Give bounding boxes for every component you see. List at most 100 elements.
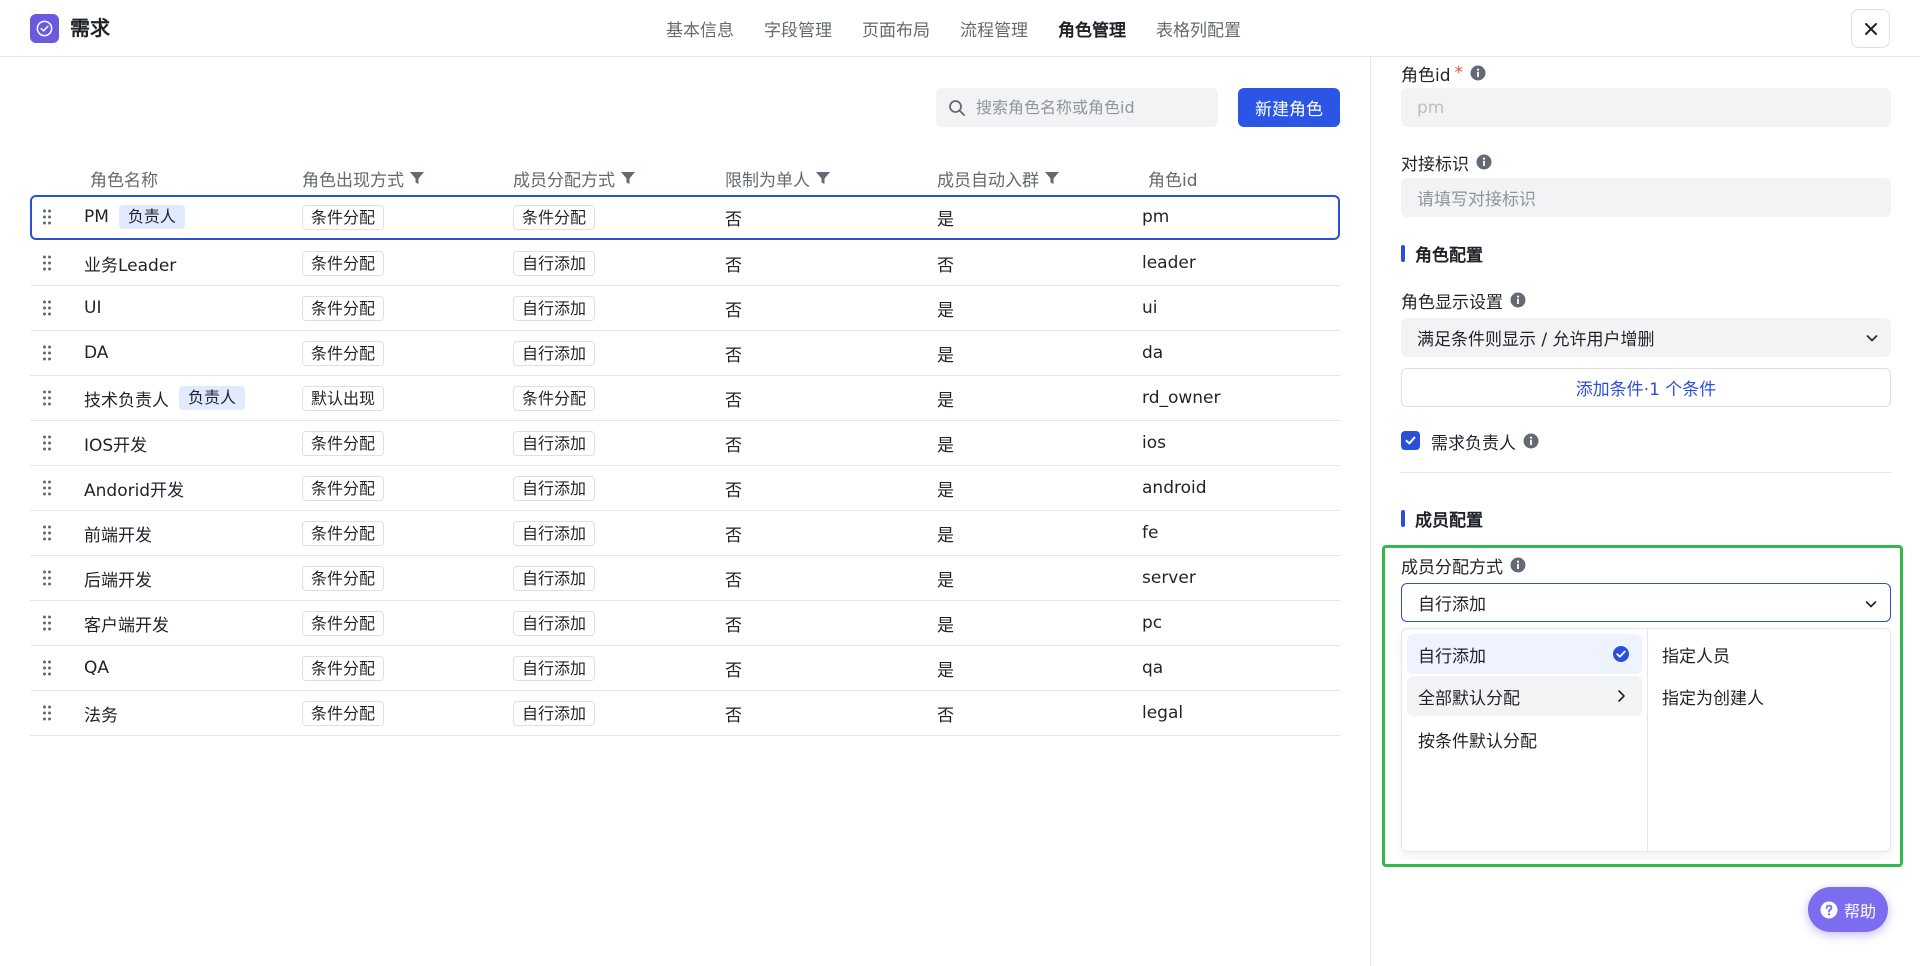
role-id-input[interactable]: pm	[1401, 88, 1891, 127]
role-id-cell: server	[1142, 568, 1196, 588]
tab-basic-info[interactable]: 基本信息	[666, 16, 734, 41]
info-icon[interactable]	[1510, 292, 1526, 308]
appear-mode-tag: 条件分配	[302, 610, 385, 636]
info-icon[interactable]	[1510, 557, 1526, 573]
suboption-assign-creator[interactable]: 指定为创建人	[1662, 676, 1764, 716]
connect-id-input[interactable]: 请填写对接标识	[1401, 178, 1891, 217]
drag-handle-icon[interactable]	[42, 434, 52, 452]
table-row[interactable]: 技术负责人 负责人 默认出现 条件分配 否 是 rd_owner	[30, 376, 1340, 421]
option-conditional-default[interactable]: 按条件默认分配	[1407, 719, 1642, 759]
role-name-cell: QA	[84, 646, 109, 690]
filter-icon[interactable]	[620, 170, 636, 186]
tab-workflow-management[interactable]: 流程管理	[960, 16, 1028, 41]
check-circle-icon	[36, 20, 53, 37]
table-row[interactable]: Andorid开发 条件分配 自行添加 否 是 android	[30, 466, 1340, 511]
role-name: 法务	[84, 705, 118, 726]
search-box[interactable]	[936, 88, 1218, 127]
role-id-cell: qa	[1142, 658, 1164, 678]
assign-mode-tag: 自行添加	[513, 295, 596, 321]
table-row[interactable]: PM 负责人 条件分配 条件分配 否 是 pm	[30, 195, 1340, 240]
role-name-cell: 法务	[84, 691, 118, 735]
info-icon[interactable]	[1476, 154, 1492, 170]
auto-join-cell: 是	[937, 345, 954, 366]
drag-handle-icon[interactable]	[42, 299, 52, 317]
filter-icon[interactable]	[409, 170, 425, 186]
drag-handle-icon[interactable]	[42, 704, 52, 722]
close-button[interactable]	[1851, 9, 1890, 48]
filter-icon[interactable]	[1044, 170, 1060, 186]
role-name-cell: IOS开发	[84, 421, 147, 465]
app-logo	[30, 14, 59, 43]
auto-join-cell: 是	[937, 615, 954, 636]
help-button[interactable]: 帮助	[1808, 887, 1888, 932]
table-row[interactable]: 前端开发 条件分配 自行添加 否 是 fe	[30, 511, 1340, 556]
assign-mode-tag: 自行添加	[513, 520, 596, 546]
table-row[interactable]: 后端开发 条件分配 自行添加 否 是 server	[30, 556, 1340, 601]
single-limit-cell: 否	[725, 209, 742, 230]
option-all-default[interactable]: 全部默认分配	[1407, 676, 1642, 716]
owner-checkbox[interactable]	[1401, 431, 1420, 450]
display-setting-select[interactable]: 满足条件则显示 / 允许用户增删	[1401, 318, 1891, 357]
table-row[interactable]: 法务 条件分配 自行添加 否 否 legal	[30, 691, 1340, 736]
appear-mode-tag: 条件分配	[302, 655, 385, 681]
table-row[interactable]: IOS开发 条件分配 自行添加 否 是 ios	[30, 421, 1340, 466]
drag-handle-icon[interactable]	[42, 344, 52, 362]
assign-mode-tag: 自行添加	[513, 475, 596, 501]
assign-mode-cell: 自行添加	[513, 286, 596, 330]
appear-mode-cell: 条件分配	[302, 331, 385, 375]
table-row[interactable]: QA 条件分配 自行添加 否 是 qa	[30, 646, 1340, 691]
owner-tag: 负责人	[179, 386, 246, 410]
table-row[interactable]: UI 条件分配 自行添加 否 是 ui	[30, 286, 1340, 331]
help-icon	[1820, 901, 1838, 918]
single-limit-cell: 否	[725, 615, 742, 636]
drag-handle-icon[interactable]	[42, 389, 52, 407]
info-icon[interactable]	[1470, 65, 1486, 81]
required-mark: *	[1454, 63, 1464, 83]
table-row[interactable]: 客户端开发 条件分配 自行添加 否 是 pc	[30, 601, 1340, 646]
tab-role-management[interactable]: 角色管理	[1058, 16, 1126, 41]
role-name: PM	[84, 207, 109, 227]
suboption-specified-members[interactable]: 指定人员	[1662, 634, 1730, 674]
add-condition-button[interactable]: 添加条件·1 个条件	[1401, 368, 1891, 407]
appear-mode-cell: 条件分配	[302, 556, 385, 600]
auto-join-cell: 否	[937, 705, 954, 726]
drag-handle-icon[interactable]	[42, 614, 52, 632]
appear-mode-tag: 条件分配	[302, 340, 385, 366]
drag-handle-icon[interactable]	[42, 659, 52, 677]
assign-mode-tag: 自行添加	[513, 565, 596, 591]
role-name-cell: 客户端开发	[84, 601, 169, 645]
role-id-cell: pm	[1142, 207, 1170, 227]
appear-mode-tag: 条件分配	[302, 700, 385, 726]
new-role-button[interactable]: 新建角色	[1238, 88, 1340, 127]
appear-mode-cell: 条件分配	[302, 601, 385, 645]
search-icon	[949, 99, 965, 116]
assign-mode-tag: 自行添加	[513, 610, 596, 636]
tab-field-management[interactable]: 字段管理	[764, 16, 832, 41]
assign-mode-select[interactable]: 自行添加	[1401, 583, 1891, 622]
auto-join-cell: 否	[937, 255, 954, 276]
drag-handle-icon[interactable]	[42, 524, 52, 542]
tab-table-column-config[interactable]: 表格列配置	[1156, 16, 1241, 41]
drag-handle-icon[interactable]	[42, 254, 52, 272]
role-name: DA	[84, 343, 109, 363]
filter-icon[interactable]	[815, 170, 831, 186]
option-self-add[interactable]: 自行添加	[1407, 634, 1642, 674]
appear-mode-tag: 条件分配	[302, 204, 385, 230]
auto-join-cell: 是	[937, 300, 954, 321]
info-icon[interactable]	[1523, 433, 1539, 449]
assign-mode-dropdown: 自行添加 全部默认分配 按条件默认分配 指定人员 指定为创建人	[1401, 628, 1891, 852]
assign-mode-cell: 自行添加	[513, 511, 596, 555]
search-input[interactable]	[976, 98, 1206, 117]
auto-join-cell: 是	[937, 525, 954, 546]
tab-page-layout[interactable]: 页面布局	[862, 16, 930, 41]
section-divider	[1401, 472, 1891, 473]
drag-handle-icon[interactable]	[42, 479, 52, 497]
appear-mode-cell: 条件分配	[302, 286, 385, 330]
table-row[interactable]: DA 条件分配 自行添加 否 是 da	[30, 331, 1340, 376]
drag-handle-icon[interactable]	[42, 569, 52, 587]
role-id-cell: ui	[1142, 298, 1158, 318]
drag-handle-icon[interactable]	[42, 208, 52, 226]
appear-mode-cell: 默认出现	[302, 376, 385, 420]
table-row[interactable]: 业务Leader 条件分配 自行添加 否 否 leader	[30, 241, 1340, 286]
assign-mode-cell: 自行添加	[513, 691, 596, 735]
